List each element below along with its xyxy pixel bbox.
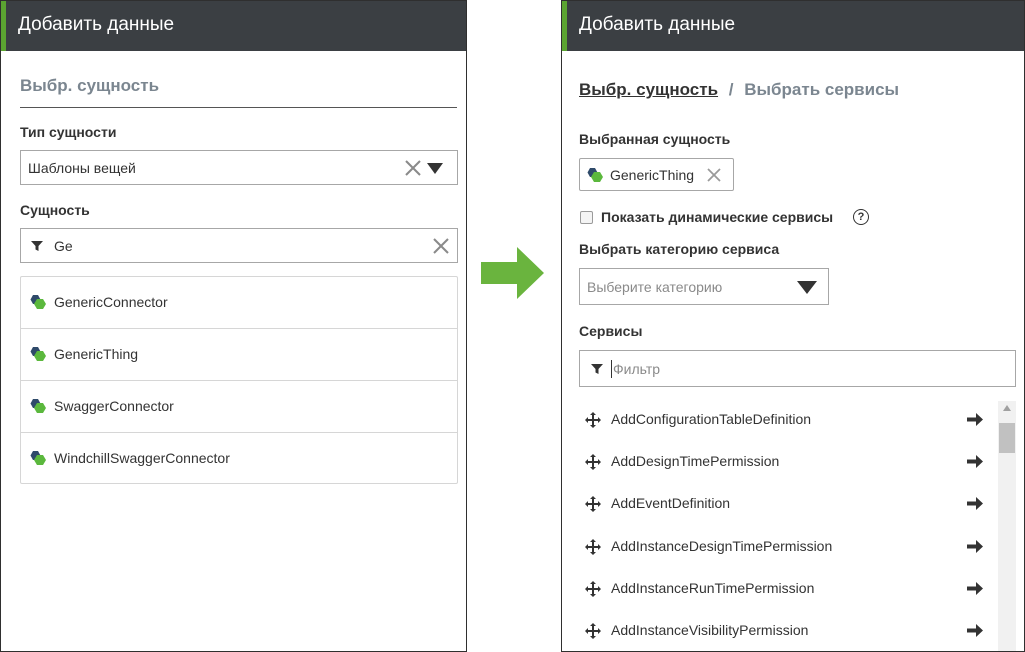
filter-icon	[591, 364, 603, 374]
list-item-label: WindchillSwaggerConnector	[54, 450, 230, 466]
entity-label: Сущность	[20, 202, 90, 218]
scroll-up-icon[interactable]	[1003, 405, 1011, 411]
scrollbar-thumb[interactable]	[999, 423, 1015, 453]
arrow-right-icon[interactable]	[967, 624, 983, 637]
selected-entity-name: GenericThing	[610, 167, 695, 183]
service-name: AddDesignTimePermission	[611, 453, 780, 469]
service-name: AddConfigurationTableDefinition	[611, 411, 812, 427]
service-row[interactable]: AddInstanceRunTimePermission	[579, 568, 989, 610]
move-icon[interactable]	[585, 412, 601, 428]
breadcrumb: Выбр. сущность	[20, 76, 159, 96]
list-item[interactable]: GenericConnector	[21, 277, 457, 329]
entity-filter-input[interactable]: Ge	[20, 228, 458, 263]
service-row[interactable]: AddInstanceDesignTimePermission	[579, 526, 989, 568]
move-icon[interactable]	[585, 539, 601, 555]
services-filter-placeholder: Фильтр	[613, 361, 661, 377]
breadcrumb-current: Выбрать сервисы	[744, 80, 900, 99]
services-filter-input[interactable]: Фильтр	[579, 350, 1016, 387]
clear-icon[interactable]	[432, 237, 450, 255]
services-list: AddConfigurationTableDefinition AddDesig…	[579, 399, 1019, 651]
list-item-label: GenericThing	[54, 346, 139, 362]
service-category-select[interactable]: Выберите категорию	[579, 268, 829, 305]
service-row[interactable]: AddDesignTimePermission	[579, 441, 989, 483]
help-icon[interactable]: ?	[853, 209, 869, 225]
service-name: AddInstanceVisibilityPermission	[611, 622, 809, 638]
entity-hexagon-icon	[587, 168, 603, 182]
chevron-down-icon[interactable]	[797, 281, 817, 294]
text-cursor	[611, 360, 612, 378]
panel-title: Добавить данные	[579, 14, 736, 35]
move-icon[interactable]	[585, 454, 601, 470]
list-item-label: GenericConnector	[54, 294, 168, 310]
filter-icon	[31, 241, 43, 251]
service-row[interactable]: AddConfigurationTableDefinition	[579, 399, 989, 441]
entity-results-list: GenericConnector GenericThing SwaggerCon…	[20, 276, 458, 484]
move-icon[interactable]	[585, 623, 601, 639]
breadcrumb-current: Выбр. сущность	[20, 76, 160, 95]
arrow-right-icon[interactable]	[967, 455, 983, 468]
add-data-panel-left: Добавить данные Выбр. сущность Тип сущно…	[0, 0, 467, 652]
entity-filter-value: Ge	[54, 238, 73, 254]
panel-header: Добавить данные	[1, 1, 466, 51]
entity-type-value: Шаблоны вещей	[28, 160, 136, 176]
move-icon[interactable]	[585, 581, 601, 597]
show-dynamic-services-label: Показать динамические сервисы	[601, 209, 834, 225]
service-category-placeholder: Выберите категорию	[587, 279, 723, 295]
selected-entity-chip: GenericThing	[579, 158, 734, 191]
entity-type-select[interactable]: Шаблоны вещей	[20, 150, 458, 185]
move-icon[interactable]	[585, 496, 601, 512]
panel-header: Добавить данные	[562, 1, 1024, 51]
entity-hexagon-icon	[30, 347, 46, 361]
service-category-label: Выбрать категорию сервиса	[579, 241, 780, 257]
arrow-right-icon[interactable]	[967, 540, 983, 553]
services-label: Сервисы	[579, 323, 643, 339]
panel-title: Добавить данные	[18, 14, 175, 35]
clear-icon[interactable]	[404, 159, 422, 177]
breadcrumb: Выбр. сущность / Выбрать сервисы	[579, 80, 899, 100]
breadcrumb-divider	[20, 107, 457, 108]
arrow-right-icon[interactable]	[967, 497, 983, 510]
flow-arrow-icon	[481, 247, 544, 299]
add-data-panel-right: Добавить данные Выбр. сущность / Выбрать…	[561, 0, 1025, 652]
service-row[interactable]: AddInstanceVisibilityPermission	[579, 610, 989, 651]
service-name: AddInstanceRunTimePermission	[611, 580, 815, 596]
entity-hexagon-icon	[30, 451, 46, 465]
breadcrumb-separator: /	[728, 80, 734, 99]
entity-hexagon-icon	[30, 399, 46, 413]
remove-entity-icon[interactable]	[706, 167, 722, 183]
chevron-down-icon[interactable]	[427, 163, 443, 174]
arrow-right-icon[interactable]	[967, 582, 983, 595]
breadcrumb-link-select-entity[interactable]: Выбр. сущность	[579, 80, 718, 99]
entity-type-label: Тип сущности	[20, 124, 117, 140]
list-item-label: SwaggerConnector	[54, 398, 174, 414]
list-item[interactable]: GenericThing	[21, 329, 457, 381]
service-row[interactable]: AddEventDefinition	[579, 483, 989, 525]
service-name: AddInstanceDesignTimePermission	[611, 538, 833, 554]
list-item[interactable]: WindchillSwaggerConnector	[21, 433, 457, 485]
service-name: AddEventDefinition	[611, 495, 731, 511]
show-dynamic-services-checkbox[interactable]	[580, 211, 593, 224]
arrow-right-icon[interactable]	[967, 413, 983, 426]
selected-entity-label: Выбранная сущность	[579, 131, 731, 147]
list-item[interactable]: SwaggerConnector	[21, 381, 457, 433]
services-scrollbar[interactable]	[998, 401, 1016, 651]
entity-hexagon-icon	[30, 295, 46, 309]
